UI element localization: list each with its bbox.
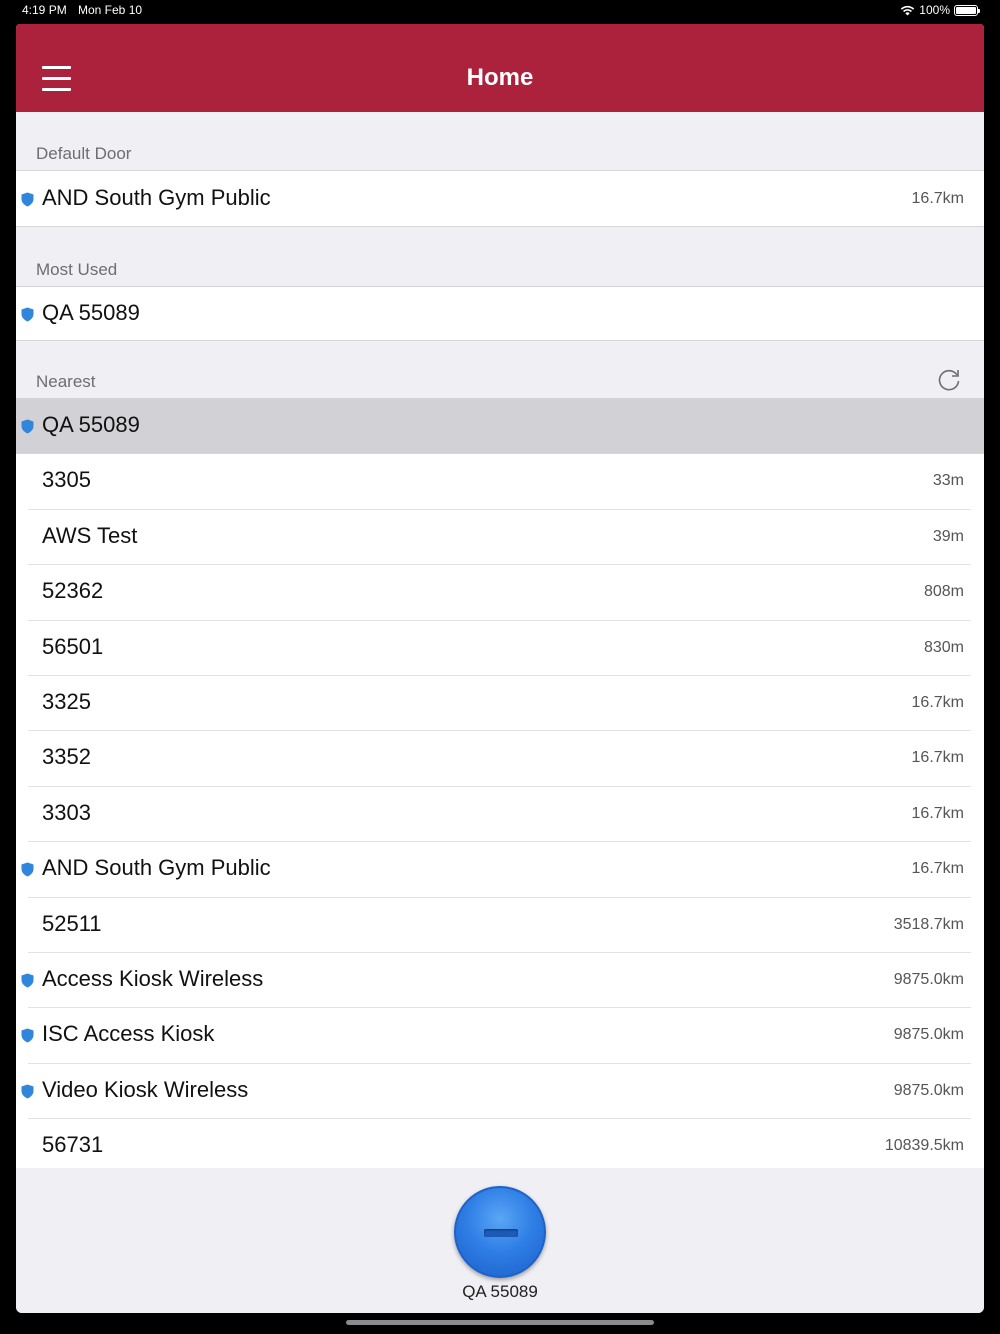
battery-icon <box>954 4 980 16</box>
door-distance: 16.7km <box>911 749 964 766</box>
status-right: 100% <box>900 3 980 17</box>
door-name: 3303 <box>42 800 91 825</box>
door-row[interactable]: 56501 830m <box>16 620 984 675</box>
door-name: QA 55089 <box>42 300 140 325</box>
door-name: 3305 <box>42 467 91 492</box>
door-name: 52362 <box>42 578 104 603</box>
row-separator <box>28 1063 971 1064</box>
row-separator <box>28 564 971 565</box>
door-distance: 9875.0km <box>893 1082 964 1099</box>
row-separator <box>28 1007 971 1008</box>
door-name: AWS Test <box>42 523 138 548</box>
refresh-icon[interactable] <box>936 367 962 393</box>
door-row[interactable]: Video Kiosk Wireless 9875.0km <box>16 1063 984 1118</box>
door-distance: 39m <box>932 528 964 545</box>
section-header-nearest: Nearest <box>16 341 984 398</box>
door-distance: 808m <box>923 583 964 600</box>
status-date: Mon Feb 10 <box>78 3 143 17</box>
door-row[interactable]: 52511 3518.7km <box>16 897 984 952</box>
nav-bar: Home <box>16 24 984 112</box>
selected-door-label: QA 55089 <box>462 1282 538 1301</box>
door-distance: 16.7km <box>911 190 964 207</box>
door-name: 56501 <box>42 634 104 659</box>
door-row[interactable]: 3352 16.7km <box>16 730 984 786</box>
door-distance: 830m <box>923 639 964 656</box>
door-row[interactable]: QA 55089 <box>16 287 984 340</box>
row-separator <box>28 786 971 787</box>
door-name: 3325 <box>42 689 91 714</box>
door-distance: 9875.0km <box>893 971 964 988</box>
door-distance: 3518.7km <box>893 916 964 933</box>
row-separator <box>28 897 971 898</box>
app-window: Home Default Door AND South Gym Public 1… <box>16 24 984 1313</box>
door-name: 56731 <box>42 1132 104 1157</box>
section-header-default-door: Default Door <box>16 112 984 170</box>
bottom-bar: QA 55089 <box>16 1168 984 1313</box>
status-bar: 4:19 PM Mon Feb 10 100% <box>0 0 1000 22</box>
shield-icon <box>21 1084 34 1099</box>
row-separator <box>28 841 971 842</box>
shield-icon <box>21 419 34 434</box>
door-distance: 16.7km <box>911 860 964 877</box>
door-row[interactable]: 3303 16.7km <box>16 786 984 841</box>
row-separator <box>28 730 971 731</box>
row-separator <box>28 952 971 953</box>
door-name: 52511 <box>42 911 102 936</box>
section-title: Most Used <box>36 260 118 279</box>
door-name: 3352 <box>42 744 91 769</box>
door-row[interactable]: QA 55089 <box>16 398 984 453</box>
door-name: AND South Gym Public <box>42 185 271 210</box>
battery-percent: 100% <box>919 3 950 17</box>
door-distance: 16.7km <box>911 694 964 711</box>
door-name: QA 55089 <box>42 412 140 437</box>
door-row[interactable]: AND South Gym Public 16.7km <box>16 841 984 897</box>
section-header-most-used: Most Used <box>16 227 984 286</box>
door-row[interactable]: 56731 10839.5km <box>16 1118 984 1174</box>
door-name: Video Kiosk Wireless <box>42 1077 249 1102</box>
door-row[interactable]: AND South Gym Public 16.7km <box>16 171 984 226</box>
shield-icon <box>21 973 34 988</box>
section-title: Default Door <box>36 144 132 163</box>
door-row[interactable]: 52362 808m <box>16 564 984 620</box>
wifi-icon <box>901 5 915 15</box>
door-distance: 33m <box>932 472 964 489</box>
door-row[interactable]: 3325 16.7km <box>16 675 984 730</box>
door-row[interactable]: AWS Test 39m <box>16 509 984 564</box>
row-separator <box>16 453 984 454</box>
status-time: 4:19 PM <box>22 3 67 17</box>
door-distance: 16.7km <box>911 805 964 822</box>
door-row[interactable]: Access Kiosk Wireless 9875.0km <box>16 952 984 1007</box>
door-name: ISC Access Kiosk <box>42 1021 215 1046</box>
door-distance: 9875.0km <box>893 1026 964 1043</box>
unlock-button[interactable] <box>454 1186 546 1278</box>
row-separator <box>28 620 971 621</box>
shield-icon <box>21 1028 34 1043</box>
shield-icon <box>21 192 34 207</box>
door-row[interactable]: ISC Access Kiosk 9875.0km <box>16 1007 984 1063</box>
home-indicator <box>346 1320 654 1325</box>
door-name: AND South Gym Public <box>42 855 271 880</box>
section-title: Nearest <box>36 372 96 391</box>
door-name: Access Kiosk Wireless <box>42 966 264 991</box>
row-separator <box>28 675 971 676</box>
door-row[interactable]: 3305 33m <box>16 453 984 509</box>
shield-icon <box>21 307 34 322</box>
minus-icon <box>484 1229 518 1237</box>
row-separator <box>28 1118 971 1119</box>
shield-icon <box>21 862 34 877</box>
row-separator <box>28 509 971 510</box>
door-distance: 10839.5km <box>884 1137 964 1154</box>
page-title: Home <box>466 64 534 91</box>
